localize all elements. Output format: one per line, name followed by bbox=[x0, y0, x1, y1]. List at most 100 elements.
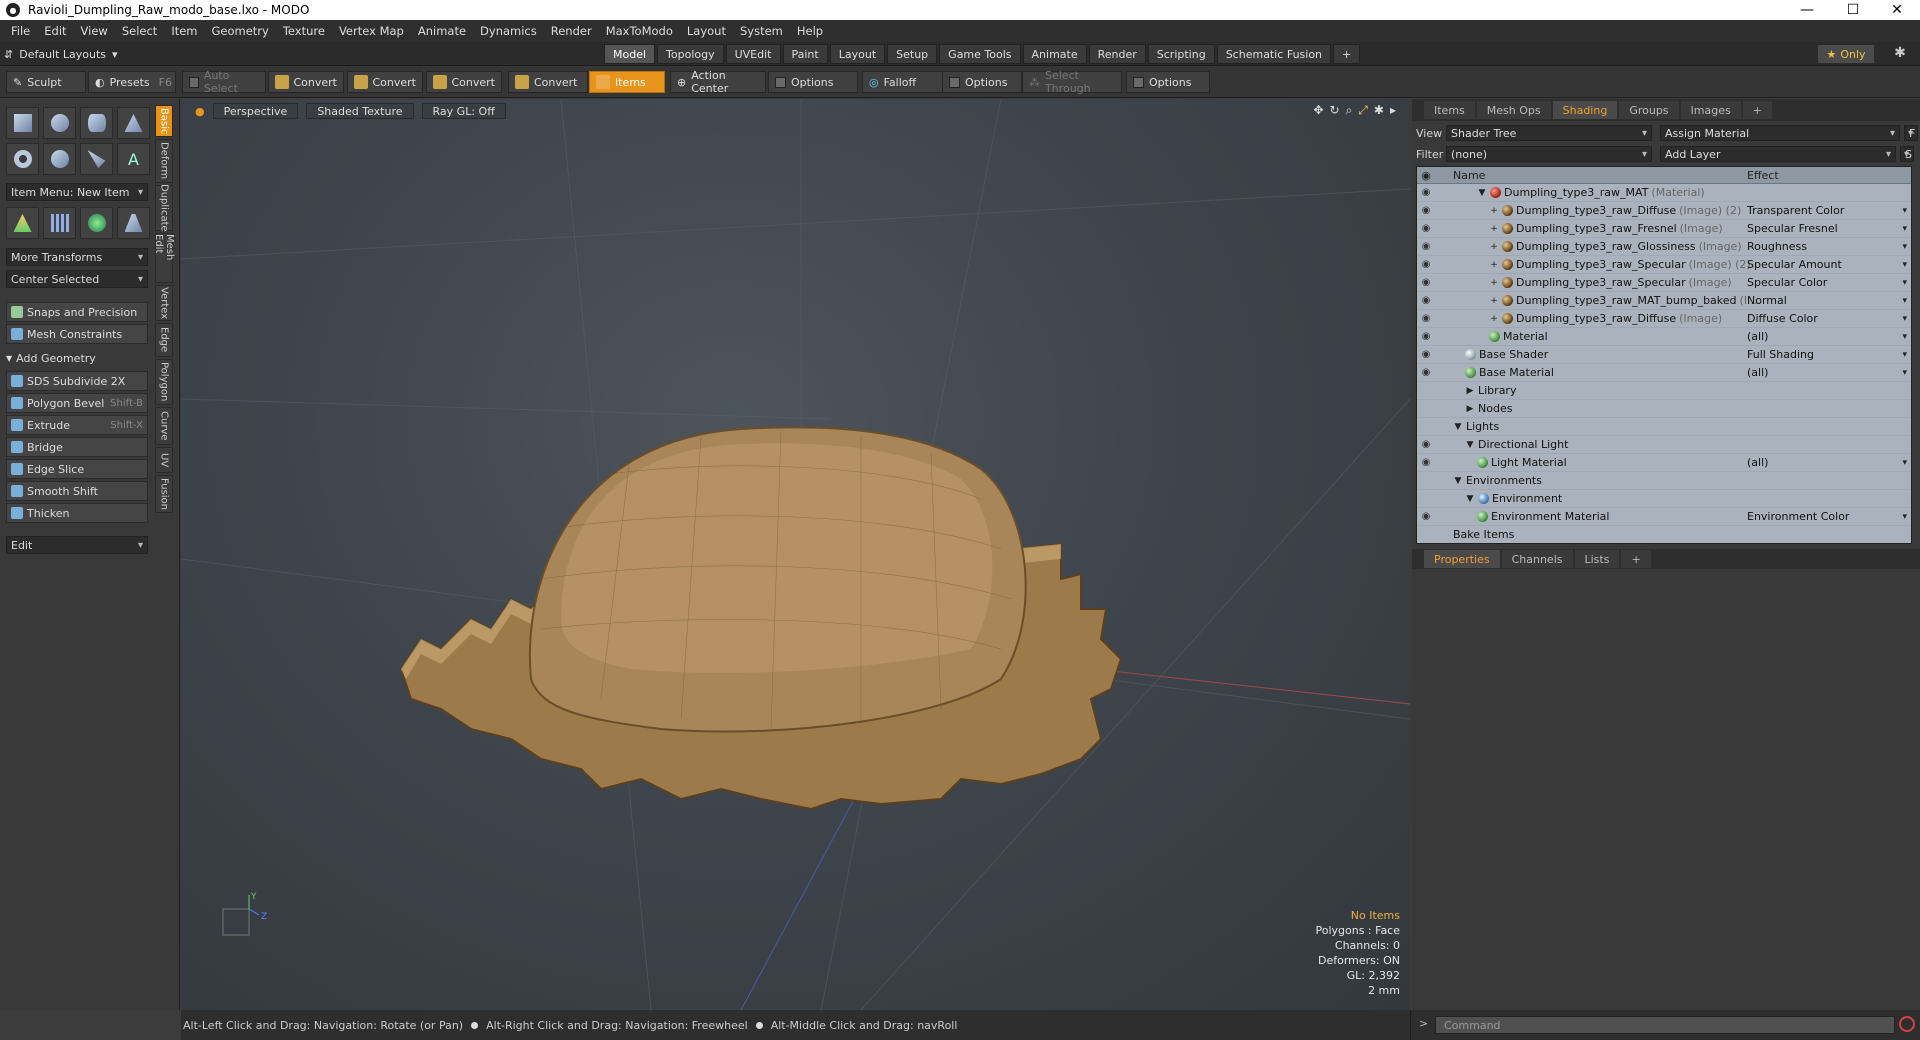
rtab-images[interactable]: Images bbox=[1680, 101, 1741, 119]
vtab-basic[interactable]: Basic bbox=[155, 105, 173, 137]
menu-geometry[interactable]: Geometry bbox=[205, 24, 276, 38]
eye-icon[interactable]: ◉ bbox=[1417, 457, 1435, 468]
chevron-down-icon[interactable]: ▼ bbox=[1465, 440, 1475, 450]
shader-tree-row[interactable]: ◉ Base Shader Full Shading ▾ bbox=[1417, 346, 1911, 364]
chevron-down-icon[interactable]: ▼ bbox=[1453, 476, 1463, 486]
eye-icon[interactable]: ◉ bbox=[1417, 223, 1435, 234]
eye-icon[interactable]: ◉ bbox=[1417, 331, 1435, 342]
eye-icon[interactable]: ◉ bbox=[1417, 295, 1435, 306]
sphere-icon[interactable] bbox=[43, 107, 76, 139]
assign-material-select[interactable]: Assign Material bbox=[1660, 125, 1900, 141]
menu-layout[interactable]: Layout bbox=[680, 24, 733, 38]
rotate-icon[interactable]: ↻ bbox=[1330, 103, 1340, 118]
select-options-button[interactable]: Options bbox=[1126, 71, 1210, 93]
convert-item-button[interactable]: Convert bbox=[508, 71, 588, 93]
menu-maxtomodo[interactable]: MaxToModo bbox=[599, 24, 680, 38]
menu-select[interactable]: Select bbox=[115, 24, 164, 38]
vtab-vertex[interactable]: Vertex bbox=[155, 285, 173, 321]
falloff-options-button[interactable]: Options bbox=[942, 71, 1022, 93]
chevron-down-icon[interactable]: ▾ bbox=[1902, 350, 1907, 360]
add-geometry-header[interactable]: ▼ Add Geometry bbox=[6, 349, 148, 367]
text-icon[interactable]: A bbox=[117, 143, 150, 175]
chevron-down-icon[interactable]: ▼ bbox=[1477, 188, 1487, 198]
tool-polygon-bevel[interactable]: Polygon Bevel Shift-B bbox=[6, 393, 148, 413]
chevron-down-icon[interactable]: ▾ bbox=[1902, 332, 1907, 342]
row-effect[interactable]: Roughness bbox=[1747, 240, 1897, 253]
tool-sds-subdivide-2x[interactable]: SDS Subdivide 2X bbox=[6, 371, 148, 391]
cylinder-icon[interactable] bbox=[80, 107, 113, 139]
only-button[interactable]: ★ Only bbox=[1818, 45, 1874, 63]
minimize-icon[interactable]: — bbox=[1784, 0, 1830, 20]
shader-tree-row[interactable]: ◉ Material (all) ▾ bbox=[1417, 328, 1911, 346]
chevron-down-icon[interactable]: ▾ bbox=[1902, 242, 1907, 252]
grid-icon[interactable] bbox=[43, 207, 76, 239]
row-effect[interactable]: Specular Color bbox=[1747, 276, 1897, 289]
tool-bridge[interactable]: Bridge bbox=[6, 437, 148, 457]
chevron-down-icon[interactable]: ▾ bbox=[1902, 458, 1907, 468]
chevron-down-icon[interactable]: ▾ bbox=[1902, 296, 1907, 306]
tab-schematic-fusion[interactable]: Schematic Fusion bbox=[1216, 44, 1332, 64]
filter-select[interactable]: (none) bbox=[1446, 146, 1652, 162]
more-transforms-dropdown[interactable]: More Transforms bbox=[6, 248, 148, 266]
proptab-properties[interactable]: Properties bbox=[1424, 550, 1500, 568]
shader-tree-row[interactable]: ◉ + Dumpling_type3_raw_MAT_bump_baked (I ..… bbox=[1417, 292, 1911, 310]
vtab-deform[interactable]: Deform bbox=[155, 139, 173, 183]
perspective-button[interactable]: Perspective bbox=[212, 103, 299, 119]
row-effect[interactable]: Diffuse Color bbox=[1747, 312, 1897, 325]
eye-icon[interactable]: ◉ bbox=[1417, 187, 1435, 198]
menu-view[interactable]: View bbox=[74, 24, 115, 38]
shader-tree-row[interactable]: ▶ Nodes bbox=[1417, 400, 1911, 418]
chevron-down-icon[interactable]: ▾ bbox=[1902, 206, 1907, 216]
sculpt-button[interactable]: ✎ Sculpt bbox=[6, 71, 86, 93]
chevron-right-icon[interactable]: ▶ bbox=[1465, 386, 1475, 396]
expand-plus-icon[interactable]: + bbox=[1489, 224, 1499, 234]
pen-icon[interactable] bbox=[80, 143, 113, 175]
shading-mode-button[interactable]: Shaded Texture bbox=[306, 103, 414, 119]
chevron-down-icon[interactable]: ▾ bbox=[1902, 224, 1907, 234]
auto-select-button[interactable]: Auto Select bbox=[182, 69, 266, 95]
menu-render[interactable]: Render bbox=[544, 24, 599, 38]
eye-icon[interactable]: ◉ bbox=[1417, 259, 1435, 270]
tab-game-tools[interactable]: Game Tools bbox=[939, 44, 1021, 64]
expand-plus-icon[interactable]: + bbox=[1489, 278, 1499, 288]
shader-tree-row[interactable]: ◉ Light Material (all) ▾ bbox=[1417, 454, 1911, 472]
snaps-precision-button[interactable]: Snaps and Precision bbox=[6, 302, 148, 322]
cube-icon[interactable] bbox=[6, 107, 39, 139]
shader-tree-row[interactable]: ▼ Lights bbox=[1417, 418, 1911, 436]
shader-tree-row[interactable]: ◉ + Dumpling_type3_raw_Glossiness (Image) Ro… bbox=[1417, 238, 1911, 256]
vtab-uv[interactable]: UV bbox=[155, 447, 173, 473]
menu-animate[interactable]: Animate bbox=[411, 24, 473, 38]
item-menu-dropdown[interactable]: Item Menu: New Item bbox=[6, 183, 148, 201]
shader-tree-row[interactable]: ◉ + Dumpling_type3_raw_Specular (Image) Spec… bbox=[1417, 274, 1911, 292]
record-icon[interactable] bbox=[1899, 1016, 1915, 1032]
shader-tree-row[interactable]: ◉ + Dumpling_type3_raw_Fresnel (Image) Specu… bbox=[1417, 220, 1911, 238]
center-selected-dropdown[interactable]: Center Selected bbox=[6, 270, 148, 288]
expand-icon[interactable]: ▸ bbox=[1390, 103, 1396, 118]
vtab-curve[interactable]: Curve bbox=[155, 407, 173, 445]
shader-tree-row[interactable]: ▼ Environment bbox=[1417, 490, 1911, 508]
row-effect[interactable]: Full Shading bbox=[1747, 348, 1897, 361]
vtab-polygon[interactable]: Polygon bbox=[155, 359, 173, 405]
command-input[interactable]: Command bbox=[1435, 1016, 1895, 1034]
vtab-mesh-edit[interactable]: Mesh Edit bbox=[153, 233, 175, 283]
menu-item[interactable]: Item bbox=[164, 24, 204, 38]
row-effect[interactable]: Specular Fresnel bbox=[1747, 222, 1897, 235]
globe-icon[interactable] bbox=[80, 207, 113, 239]
rtab-shading[interactable]: Shading bbox=[1552, 101, 1618, 119]
chevron-down-icon[interactable]: ▾ bbox=[1902, 512, 1907, 522]
chevron-down-icon[interactable]: ▾ bbox=[1902, 314, 1907, 324]
expand-plus-icon[interactable]: + bbox=[1489, 314, 1499, 324]
rtab-mesh-ops[interactable]: Mesh Ops bbox=[1476, 101, 1551, 119]
row-effect[interactable]: (all) bbox=[1747, 330, 1897, 343]
tab-add[interactable]: + bbox=[1333, 44, 1361, 64]
cone-icon[interactable] bbox=[117, 107, 150, 139]
f-button[interactable]: F bbox=[1904, 125, 1918, 141]
raygl-button[interactable]: Ray GL: Off bbox=[421, 103, 506, 119]
rtab-items[interactable]: Items bbox=[1424, 101, 1475, 119]
eye-icon[interactable]: ◉ bbox=[1417, 205, 1435, 216]
menu-system[interactable]: System bbox=[733, 24, 790, 38]
view-select[interactable]: Shader Tree bbox=[1446, 125, 1652, 141]
gear-icon[interactable]: ✱ bbox=[1890, 45, 1910, 63]
chevron-down-icon[interactable]: ▾ bbox=[1902, 278, 1907, 288]
mesh-constraints-button[interactable]: Mesh Constraints bbox=[6, 324, 148, 344]
